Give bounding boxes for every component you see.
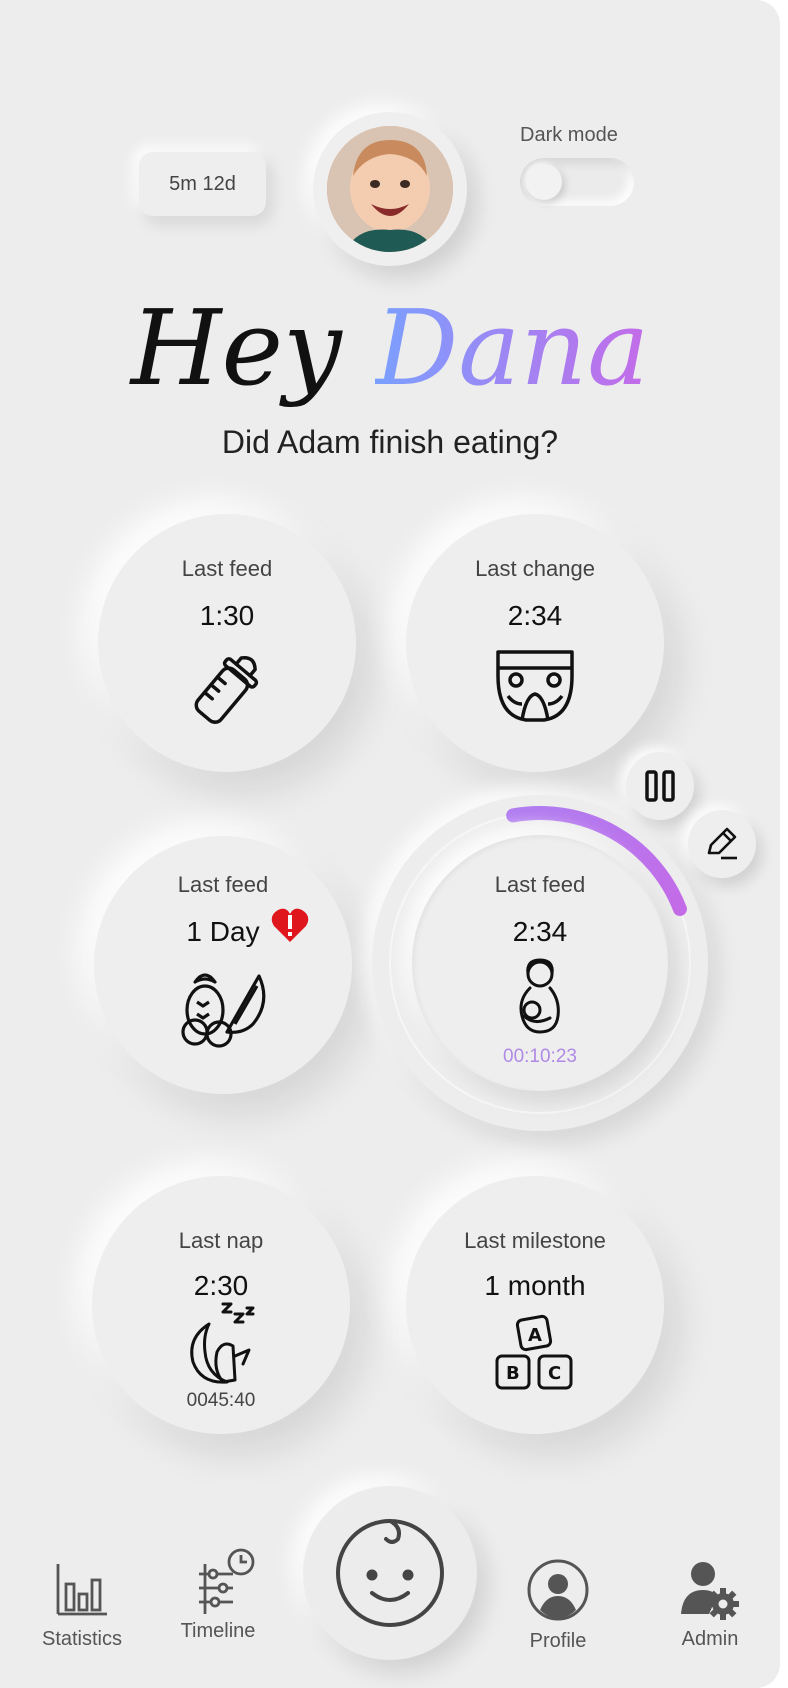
nav-label: Admin <box>681 1628 739 1650</box>
nav-admin[interactable]: Admin <box>662 1560 758 1651</box>
greeting-question: Did Adam finish eating? <box>221 424 559 460</box>
card-value: 2:34 <box>507 600 563 631</box>
dark-mode-label: Dark mode <box>520 124 618 146</box>
card-last-feed-bottle[interactable]: Last feed 1:30 <box>98 514 356 772</box>
baby-age: 5m 12d <box>169 172 236 195</box>
card-value: 1:30 <box>199 600 255 631</box>
nav-label: Statistics <box>41 1628 123 1650</box>
card-value: 2:34 <box>512 916 568 947</box>
baby-photo <box>327 126 453 252</box>
svg-text:B: B <box>506 1363 520 1384</box>
nav-profile[interactable]: Profile <box>508 1558 608 1653</box>
dark-mode-toggle[interactable] <box>520 158 634 206</box>
bar-chart-icon <box>56 1564 107 1616</box>
nav-label: Profile <box>529 1630 587 1652</box>
greeting-name: Dana <box>374 287 650 409</box>
baby-avatar[interactable] <box>313 112 467 266</box>
pencil-icon <box>707 827 737 860</box>
card-value: 2:30 <box>193 1270 249 1301</box>
baby-bottle-icon <box>182 644 272 739</box>
nav-baby-home[interactable] <box>303 1486 477 1660</box>
greeting-hey: Hey <box>130 287 342 409</box>
card-last-milestone[interactable]: Last milestone 1 month A B C <box>406 1176 664 1434</box>
card-label: Last nap <box>178 1228 264 1253</box>
app-screen: 5m 12d Dark mode Hey Dana Did Adam finis… <box>0 0 780 1688</box>
baby-age-chip: 5m 12d <box>139 152 266 216</box>
edit-button[interactable] <box>688 810 756 878</box>
profile-icon <box>527 1559 589 1621</box>
card-last-change[interactable]: Last change 2:34 <box>406 514 664 772</box>
nav-timeline[interactable]: Timeline <box>168 1548 268 1643</box>
card-label: Last feed <box>177 872 269 897</box>
abc-blocks-icon: A B C <box>491 1314 579 1403</box>
card-value: 1 month <box>484 1270 586 1301</box>
baby-face-icon <box>336 1519 444 1627</box>
svg-text:C: C <box>548 1363 561 1384</box>
greeting-title: Hey Dana <box>0 288 780 408</box>
pause-button[interactable] <box>626 752 694 820</box>
pause-icon <box>645 770 675 802</box>
svg-text:A: A <box>528 1325 542 1346</box>
card-label: Last feed <box>494 872 586 897</box>
heart-alert-icon <box>270 906 310 949</box>
card-label: Last change <box>475 556 595 581</box>
card-last-nap[interactable]: Last nap 2:30 0045:40 <box>92 1176 350 1434</box>
card-label: Last milestone <box>464 1228 606 1253</box>
timeline-clock-icon <box>199 1548 255 1614</box>
card-value: 1 Day <box>186 916 260 947</box>
fruit-icon <box>177 962 269 1053</box>
toggle-knob <box>526 164 562 200</box>
diaper-icon <box>492 646 578 731</box>
nav-label: Timeline <box>180 1620 256 1642</box>
card-last-feed-solid[interactable]: Last feed 1 Day <box>94 836 352 1094</box>
breastfeeding-icon <box>510 956 570 1041</box>
card-label: Last feed <box>181 556 273 581</box>
nav-statistics[interactable]: Statistics <box>34 1562 130 1651</box>
sleeping-moon-icon <box>183 1300 259 1393</box>
nap-timer: 0045:40 <box>186 1390 256 1411</box>
feeding-timer: 00:10:23 <box>503 1046 577 1067</box>
admin-gear-icon <box>681 1562 739 1620</box>
